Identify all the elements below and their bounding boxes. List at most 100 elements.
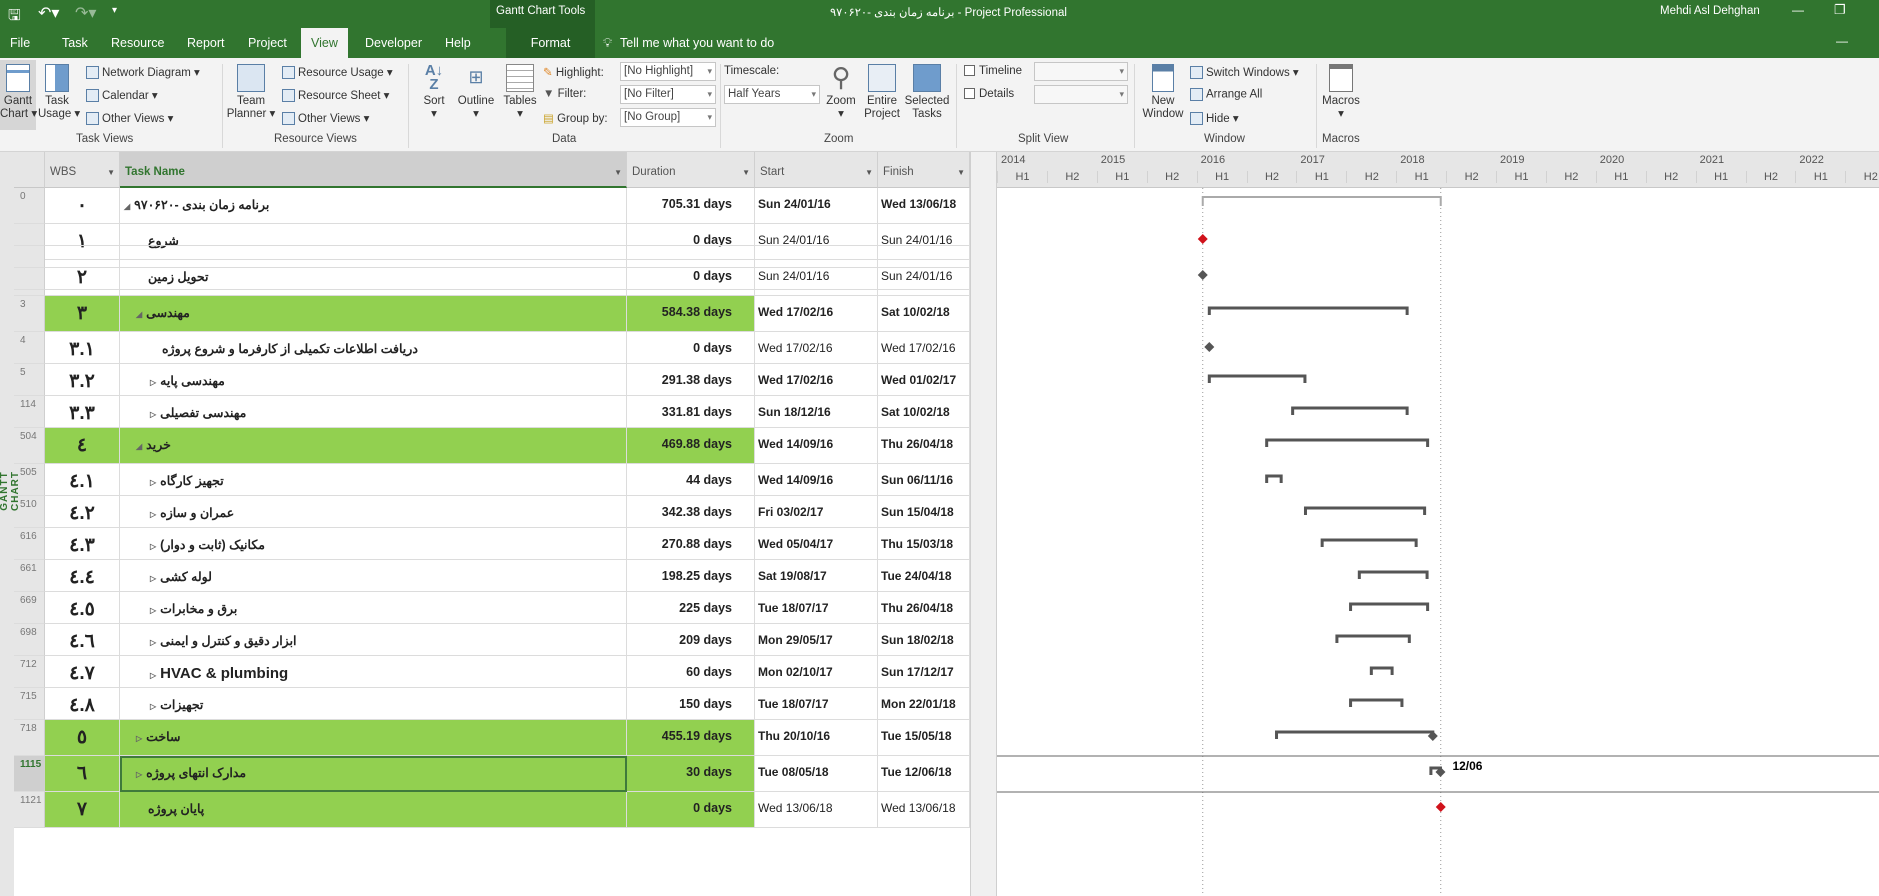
- summary-bar[interactable]: [1207, 374, 1307, 383]
- start-cell[interactable]: Wed 13/06/18: [755, 792, 878, 828]
- start-cell[interactable]: Wed 17/02/16: [755, 364, 878, 396]
- details-checkbox[interactable]: Details: [964, 88, 1014, 100]
- summary-bar[interactable]: [1335, 634, 1411, 643]
- summary-bar[interactable]: [1265, 438, 1430, 447]
- wbs-cell[interactable]: ٣.٣: [45, 396, 120, 428]
- start-cell[interactable]: Wed 17/02/16: [755, 296, 878, 332]
- table-row[interactable]: 505 ٤.١ ▷ تجهیز کارگاه 44 days Wed 14/09/16 Su…: [14, 464, 970, 496]
- start-cell[interactable]: Wed 17/02/16: [755, 332, 878, 364]
- table-row[interactable]: 0 ٠ ◢ برنامه زمان بندی -۹۷۰۶۲۰ 705.31 days Su…: [14, 188, 970, 224]
- start-cell[interactable]: Sat 19/08/17: [755, 560, 878, 592]
- undo-icon[interactable]: ↶▾: [38, 3, 59, 23]
- table-row[interactable]: 504 ٤ ◢ خرید 469.88 days Wed 14/09/16 Thu 26/0…: [14, 428, 970, 464]
- empty-cell[interactable]: [627, 268, 755, 290]
- duration-cell[interactable]: 705.31 days: [627, 188, 755, 224]
- start-cell[interactable]: Tue 08/05/18: [755, 756, 878, 792]
- selected-tasks-button[interactable]: Selected Tasks: [904, 64, 950, 121]
- dropdown-arrow-icon[interactable]: ▼: [957, 168, 965, 177]
- expand-icon[interactable]: ▷: [150, 606, 156, 615]
- table-row[interactable]: 712 ٤.٧ ▷ HVAC & plumbing 60 days Mon 02/10/1…: [14, 656, 970, 688]
- row-id[interactable]: 114: [14, 396, 45, 428]
- empty-cell[interactable]: [755, 246, 878, 268]
- expand-icon[interactable]: ▷: [136, 734, 142, 743]
- tab-format[interactable]: Format: [506, 28, 595, 58]
- team-planner-button[interactable]: Team Planner ▾: [226, 64, 276, 121]
- timeline-checkbox[interactable]: Timeline: [964, 65, 1022, 77]
- table-row[interactable]: 114 ٣.٣ ▷ مهندسی تفصیلی 331.81 days Sun 18/12…: [14, 396, 970, 428]
- row-id[interactable]: 712: [14, 656, 45, 688]
- empty-cell[interactable]: [878, 224, 970, 246]
- minimize-button[interactable]: —: [1792, 3, 1804, 17]
- timeline-view-dropdown[interactable]: [1034, 62, 1128, 81]
- wbs-cell[interactable]: ٣.٢: [45, 364, 120, 396]
- empty-cell[interactable]: [14, 246, 45, 268]
- row-id[interactable]: 715: [14, 688, 45, 720]
- finish-cell[interactable]: Thu 26/04/18: [878, 428, 970, 464]
- column-header-duration[interactable]: Duration ▼: [627, 152, 755, 188]
- task-name-cell[interactable]: ▷ مهندسی پایه: [120, 364, 627, 396]
- task-name-cell[interactable]: ▷ HVAC & plumbing: [120, 656, 627, 688]
- finish-cell[interactable]: Mon 22/01/18: [878, 688, 970, 720]
- task-name-cell[interactable]: ▷ برق و مخابرات: [120, 592, 627, 624]
- column-header-task-name[interactable]: Task Name ▼: [120, 152, 627, 188]
- duration-cell[interactable]: 225 days: [627, 592, 755, 624]
- table-row[interactable]: 616 ٤.٣ ▷ مکانیک (ثابت و دوار) 270.88 days We…: [14, 528, 970, 560]
- empty-cell[interactable]: [45, 268, 120, 290]
- wbs-cell[interactable]: ٤.١: [45, 464, 120, 496]
- details-view-dropdown[interactable]: [1034, 85, 1128, 104]
- table-row[interactable]: 5 ٣.٢ ▷ مهندسی پایه 291.38 days Wed 17/02/16 W…: [14, 364, 970, 396]
- summary-bar[interactable]: [1349, 602, 1430, 611]
- save-icon[interactable]: 🖫: [8, 5, 21, 30]
- finish-cell[interactable]: Sat 10/02/18: [878, 396, 970, 428]
- tell-me-search[interactable]: Tell me what you want to do: [620, 36, 774, 50]
- duration-cell[interactable]: 331.81 days: [627, 396, 755, 428]
- task-name-cell[interactable]: ◢ مهندسی: [120, 296, 627, 332]
- table-row[interactable]: 3 ٣ ◢ مهندسی 584.38 days Wed 17/02/16 Sat 10/0…: [14, 296, 970, 332]
- summary-bar[interactable]: [1265, 474, 1283, 483]
- new-window-button[interactable]: New Window: [1140, 64, 1186, 121]
- row-id[interactable]: 616: [14, 528, 45, 560]
- resource-usage-button[interactable]: Resource Usage ▾: [282, 65, 393, 80]
- task-name-cell[interactable]: ▷ مهندسی تفصیلی: [120, 396, 627, 428]
- column-header-start[interactable]: Start ▼: [755, 152, 878, 188]
- hide-button[interactable]: Hide ▾: [1190, 111, 1239, 126]
- empty-cell[interactable]: [627, 246, 755, 268]
- task-name-cell[interactable]: ▷ مدارک انتهای پروژه: [120, 756, 627, 792]
- wbs-cell[interactable]: ٤.٥: [45, 592, 120, 624]
- collapse-ribbon-button[interactable]: —: [1836, 34, 1848, 48]
- table-row[interactable]: 1115 ٦ ▷ مدارک انتهای پروژه 30 days Tue 08/05…: [14, 756, 970, 792]
- wbs-cell[interactable]: ٦: [45, 756, 120, 792]
- user-name[interactable]: Mehdi Asl Dehghan: [1660, 5, 1760, 17]
- summary-bar[interactable]: [1207, 306, 1409, 315]
- column-header-finish[interactable]: Finish ▼: [878, 152, 970, 188]
- duration-cell[interactable]: 60 days: [627, 656, 755, 688]
- row-id[interactable]: 661: [14, 560, 45, 592]
- restore-button[interactable]: ❐: [1834, 2, 1846, 18]
- task-name-cell[interactable]: ▷ عمران و سازه: [120, 496, 627, 528]
- redo-icon[interactable]: ↷▾: [75, 3, 96, 23]
- task-usage-button[interactable]: Task Usage ▾: [38, 64, 80, 121]
- table-row[interactable]: 661 ٤.٤ ▷ لوله کشی 198.25 days Sat 19/08/17 Tu…: [14, 560, 970, 592]
- wbs-cell[interactable]: ٥: [45, 720, 120, 756]
- switch-windows-button[interactable]: Switch Windows ▾: [1190, 65, 1299, 80]
- empty-cell[interactable]: [878, 246, 970, 268]
- duration-cell[interactable]: 209 days: [627, 624, 755, 656]
- row-id[interactable]: 3: [14, 296, 45, 332]
- empty-cell[interactable]: [14, 268, 45, 290]
- summary-bar[interactable]: [1291, 406, 1409, 415]
- wbs-cell[interactable]: ٧: [45, 792, 120, 828]
- tab-file[interactable]: File: [0, 28, 40, 58]
- other-views-button[interactable]: Other Views ▾: [86, 111, 173, 126]
- tables-button[interactable]: Tables ▾: [500, 64, 540, 121]
- row-id[interactable]: 698: [14, 624, 45, 656]
- wbs-cell[interactable]: ٤.٧: [45, 656, 120, 688]
- wbs-cell[interactable]: ٤.٢: [45, 496, 120, 528]
- tab-help[interactable]: Help: [435, 28, 481, 58]
- table-row[interactable]: 4 ٣.١ دریافت اطلاعات تکمیلی از کارفرما و ش…: [14, 332, 970, 364]
- table-row[interactable]: 1121 ٧ پایان پروژه 0 days Wed 13/06/18 Wed 13…: [14, 792, 970, 828]
- duration-cell[interactable]: 455.19 days: [627, 720, 755, 756]
- row-id[interactable]: 1121: [14, 792, 45, 828]
- wbs-cell[interactable]: ٤.٨: [45, 688, 120, 720]
- empty-row[interactable]: [14, 268, 970, 290]
- critical-milestone-marker[interactable]: [1435, 802, 1446, 812]
